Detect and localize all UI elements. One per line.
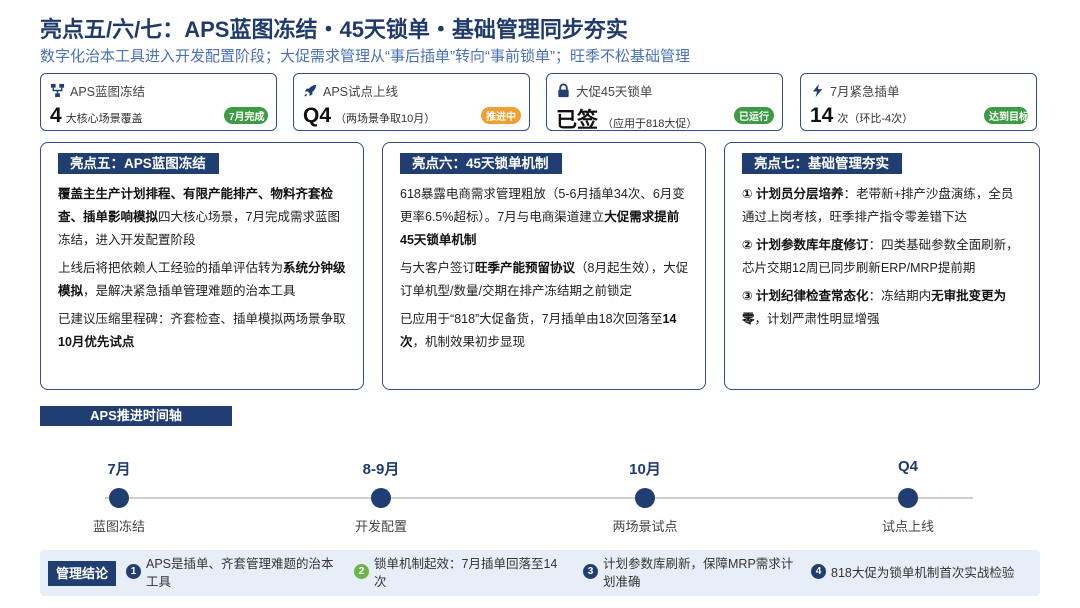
kpi-unit: 次（环比-4次）	[837, 113, 914, 125]
timeline-node-desc: 蓝图冻结	[92, 519, 145, 534]
kpi-card-aps-blueprint: APS蓝图冻结 4 大核心场景覆盖 7月完成	[40, 73, 277, 131]
kpi-value: 14	[810, 104, 834, 127]
timeline-node-label: Q4	[897, 458, 918, 475]
conclusion-item: 4 818大促为锁单机制首次实战检验	[811, 564, 1046, 582]
kpi-unit: （应用于818大促）	[602, 118, 698, 130]
kpi-label: APS蓝图冻结	[70, 85, 146, 99]
timeline-node: 10月 两场景试点	[585, 458, 705, 535]
highlight-card-basic-mgmt: 亮点七：基础管理夯实 ① 计划员分层培养：老带新+排产沙盘演练，全员通过上岗考核…	[724, 142, 1040, 390]
kpi-label: 大促45天锁单	[576, 85, 653, 99]
card-paragraph: 618暴露电商需求管理粗放（5-6月插单34次、6月变更率6.5%超标）。7月与…	[400, 187, 685, 247]
number-badge-icon: 2	[354, 564, 369, 579]
conclusion-bar: 管理结论 1 APS是插单、齐套管理难题的治本工具 2 锁单机制起效：7月插单回…	[40, 550, 1040, 596]
kpi-label: 7月紧急插单	[830, 85, 900, 99]
conclusion-tag: 管理结论	[48, 561, 116, 586]
lock-icon	[558, 83, 569, 98]
kpi-value: Q4	[303, 104, 332, 127]
card-paragraph: 与大客户签订旺季产能预留协议（8月起生效），大促订单机型/数量/交期在排产冻结期…	[400, 261, 689, 298]
kpi-unit: 大核心场景覆盖	[65, 113, 143, 125]
timeline-dot	[898, 488, 918, 508]
timeline-dot	[635, 488, 655, 508]
conclusion-text: 计划参数库刷新，保障MRP需求计划准确	[603, 557, 794, 589]
number-badge-icon: 3	[583, 564, 598, 579]
card-paragraph: 已应用于“818”大促备货，7月插单由18次回落至14次，机制效果初步显现	[400, 312, 677, 349]
card-paragraph: ③ 计划纪律检查常态化：冻结期内无审批变更为零，计划严肃性明显增强	[742, 289, 1007, 326]
card-paragraph: ② 计划参数库年度修订：四类基础参数全面刷新，芯片交期12周已同步刷新ERP/M…	[742, 238, 1019, 275]
card-header: 亮点七：基础管理夯实	[742, 153, 902, 174]
status-badge: 推进中	[481, 107, 521, 124]
status-badge: 已运行	[734, 107, 774, 124]
lightning-icon	[812, 83, 823, 98]
timeline-node: 8-9月 开发配置	[321, 458, 441, 535]
kpi-card-order-lock: 大促45天锁单 已签 （应用于818大促） 已运行	[546, 73, 783, 132]
timeline-axis	[105, 497, 973, 499]
timeline-node: 7月 蓝图冻结	[59, 458, 179, 535]
timeline-node: Q4 试点上线	[848, 458, 968, 535]
rocket-icon	[304, 84, 317, 97]
conclusion-item: 3 计划参数库刷新，保障MRP需求计划准确	[583, 555, 798, 591]
conclusion-text: APS是插单、齐套管理难题的治本工具	[146, 557, 334, 589]
timeline-node-label: 7月	[107, 461, 131, 478]
card-header: 亮点六：45天锁单机制	[400, 153, 562, 174]
card-paragraph: 已建议压缩里程碑：齐套检查、插单模拟两场景争取10月优先试点	[58, 312, 346, 349]
number-badge-icon: 4	[811, 564, 826, 579]
conclusion-item: 1 APS是插单、齐套管理难题的治本工具	[126, 555, 341, 591]
kpi-card-urgent-orders: 7月紧急插单 14 次（环比-4次） 达到目标	[800, 73, 1037, 131]
timeline-node-desc: 开发配置	[354, 519, 407, 534]
page-title: 亮点五/六/七：APS蓝图冻结・45天锁单・基础管理同步夯实	[40, 17, 628, 42]
highlight-card-aps: 亮点五：APS蓝图冻结 覆盖主生产计划排程、有限产能排产、物料齐套检查、插单影响…	[40, 142, 364, 390]
highlight-card-lock: 亮点六：45天锁单机制 618暴露电商需求管理粗放（5-6月插单34次、6月变更…	[382, 142, 706, 390]
flowchart-icon	[50, 83, 65, 98]
status-badge: 7月完成	[224, 107, 268, 124]
conclusion-item: 2 锁单机制起效：7月插单回落至14次	[354, 555, 569, 591]
status-badge: 达到目标	[984, 107, 1028, 124]
kpi-value: 4	[50, 104, 62, 127]
card-paragraph: 覆盖主生产计划排程、有限产能排产、物料齐套检查、插单影响模拟四大核心场景，7月完…	[58, 187, 340, 247]
conclusion-text: 818大促为锁单机制首次实战检验	[831, 566, 1015, 580]
timeline-node-label: 10月	[629, 461, 661, 478]
kpi-label: APS试点上线	[323, 85, 399, 99]
timeline-node-label: 8-9月	[362, 461, 400, 478]
timeline-dot	[109, 488, 129, 508]
kpi-value: 已签	[556, 109, 598, 132]
card-paragraph: 上线后将把依赖人工经验的插单评估转为系统分钟级模拟，是解决紧急插单管理难题的治本…	[58, 261, 346, 298]
conclusion-text: 锁单机制起效：7月插单回落至14次	[374, 557, 558, 589]
card-paragraph: ① 计划员分层培养：老带新+排产沙盘演练，全员通过上岗考核，旺季排产指令零差错下…	[742, 187, 1014, 224]
timeline-dot	[371, 488, 391, 508]
page-subtitle: 数字化治本工具进入开发配置阶段；大促需求管理从“事后插单”转向“事前锁单”；旺季…	[40, 48, 690, 65]
timeline-node-desc: 两场景试点	[612, 519, 678, 534]
card-header: 亮点五：APS蓝图冻结	[58, 153, 219, 174]
timeline-node-desc: 试点上线	[881, 519, 934, 534]
kpi-card-aps-pilot: APS试点上线 Q4 （两场景争取10月） 推进中	[293, 73, 530, 131]
timeline-title: APS推进时间轴	[40, 406, 232, 426]
kpi-unit: （两场景争取10月）	[335, 113, 436, 125]
number-badge-icon: 1	[126, 564, 141, 579]
